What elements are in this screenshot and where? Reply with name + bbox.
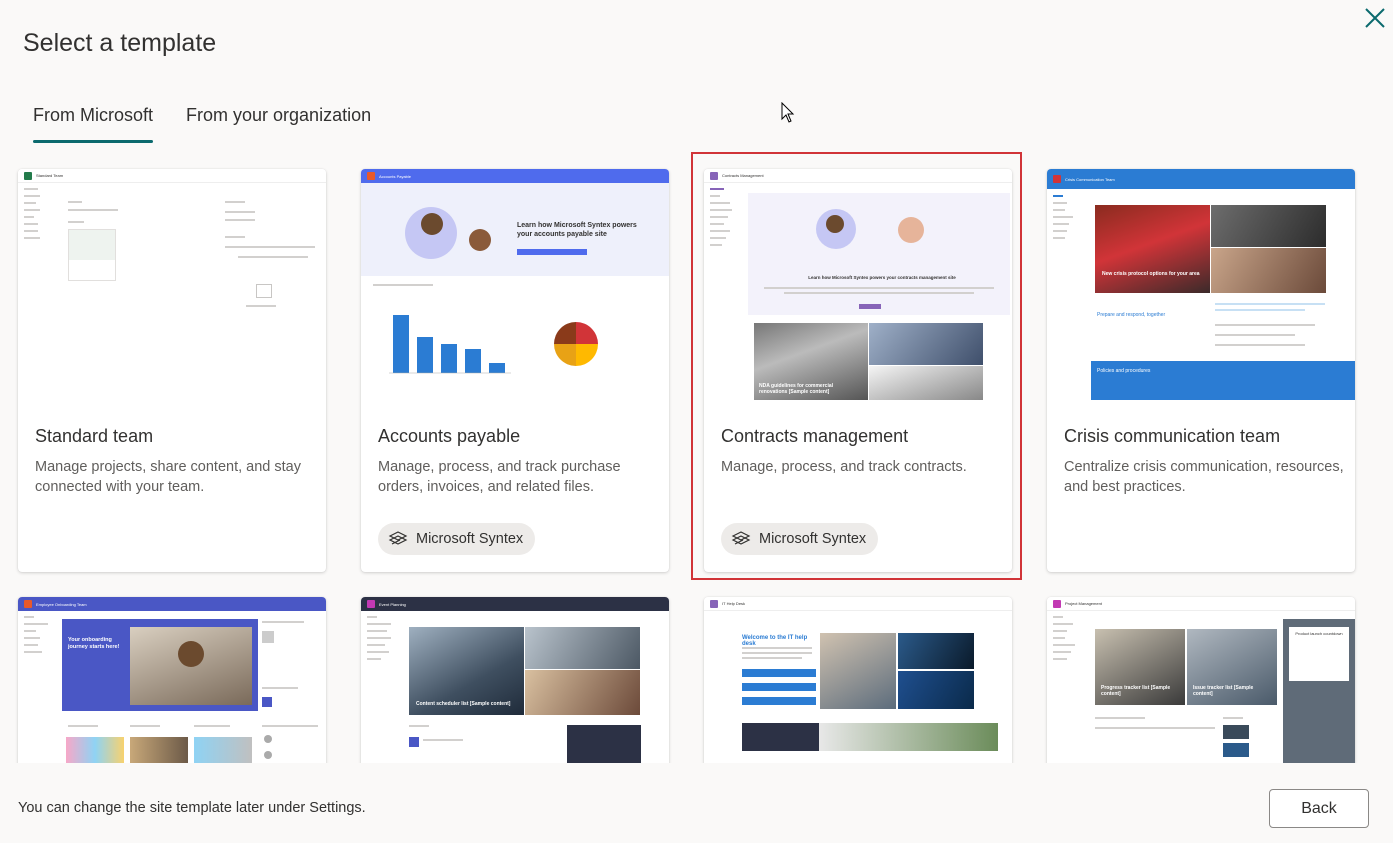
- template-card-contracts-management[interactable]: Contracts Management Learn how Microsoft…: [704, 169, 1012, 572]
- syntex-icon: [388, 531, 408, 545]
- syntex-badge: Microsoft Syntex: [378, 523, 536, 555]
- syntex-icon: [731, 531, 751, 545]
- syntex-badge: Microsoft Syntex: [721, 523, 879, 555]
- close-icon: [1365, 8, 1385, 28]
- back-button[interactable]: Back: [1269, 789, 1369, 828]
- pie-chart-thumbnail: [554, 322, 598, 366]
- template-card-standard-team[interactable]: Standard Team Standard team Manage proje: [18, 169, 326, 572]
- template-title: Crisis communication team: [1064, 426, 1281, 446]
- template-card-employee-onboarding[interactable]: Employee Onboarding Team Your onboarding…: [18, 597, 326, 763]
- template-description: Manage, process, and track purchase orde…: [378, 459, 621, 495]
- bar-chart-thumbnail: [389, 315, 511, 374]
- template-thumbnail: Project Management Progress tracker list…: [1047, 597, 1355, 763]
- close-button[interactable]: [1362, 5, 1388, 31]
- template-title: Contracts management: [721, 426, 909, 446]
- template-gallery: Standard Team Standard team Manage proje: [0, 140, 1393, 763]
- mouse-pointer-icon: [781, 102, 795, 123]
- dialog-title: Select a template: [23, 29, 217, 57]
- template-title: Standard team: [35, 426, 154, 446]
- template-thumbnail: Contracts Management Learn how Microsoft…: [704, 169, 1012, 400]
- template-thumbnail: Accounts Payable Learn how Microsoft Syn…: [361, 169, 669, 400]
- template-description: Manage, process, and track contracts.: [721, 459, 967, 475]
- template-thumbnail: Event Planning Content scheduler list [S…: [361, 597, 669, 763]
- template-card-accounts-payable[interactable]: Accounts Payable Learn how Microsoft Syn…: [361, 169, 669, 572]
- template-source-tabs: From Microsoft From your organization: [33, 105, 371, 143]
- template-card-crisis-communication-team[interactable]: Crisis Communication Team New crisis pro…: [1047, 169, 1355, 572]
- template-description: Centralize crisis communication, resourc…: [1064, 459, 1344, 495]
- tab-from-microsoft[interactable]: From Microsoft: [33, 105, 154, 143]
- footer-note: You can change the site template later u…: [18, 800, 366, 816]
- template-thumbnail: Employee Onboarding Team Your onboarding…: [18, 597, 326, 763]
- template-card-it-help-desk[interactable]: IT Help Desk Welcome to the IT help desk: [704, 597, 1012, 763]
- template-thumbnail: Crisis Communication Team New crisis pro…: [1047, 169, 1355, 400]
- template-thumbnail: Standard Team: [18, 169, 326, 400]
- template-thumbnail: IT Help Desk Welcome to the IT help desk: [704, 597, 1012, 763]
- tab-from-your-organization[interactable]: From your organization: [186, 105, 371, 143]
- template-title: Accounts payable: [378, 426, 521, 446]
- template-card-event-planning[interactable]: Event Planning Content scheduler list [S…: [361, 597, 669, 763]
- template-description: Manage projects, share content, and stay…: [35, 459, 301, 495]
- template-card-project-management[interactable]: Project Management Progress tracker list…: [1047, 597, 1355, 763]
